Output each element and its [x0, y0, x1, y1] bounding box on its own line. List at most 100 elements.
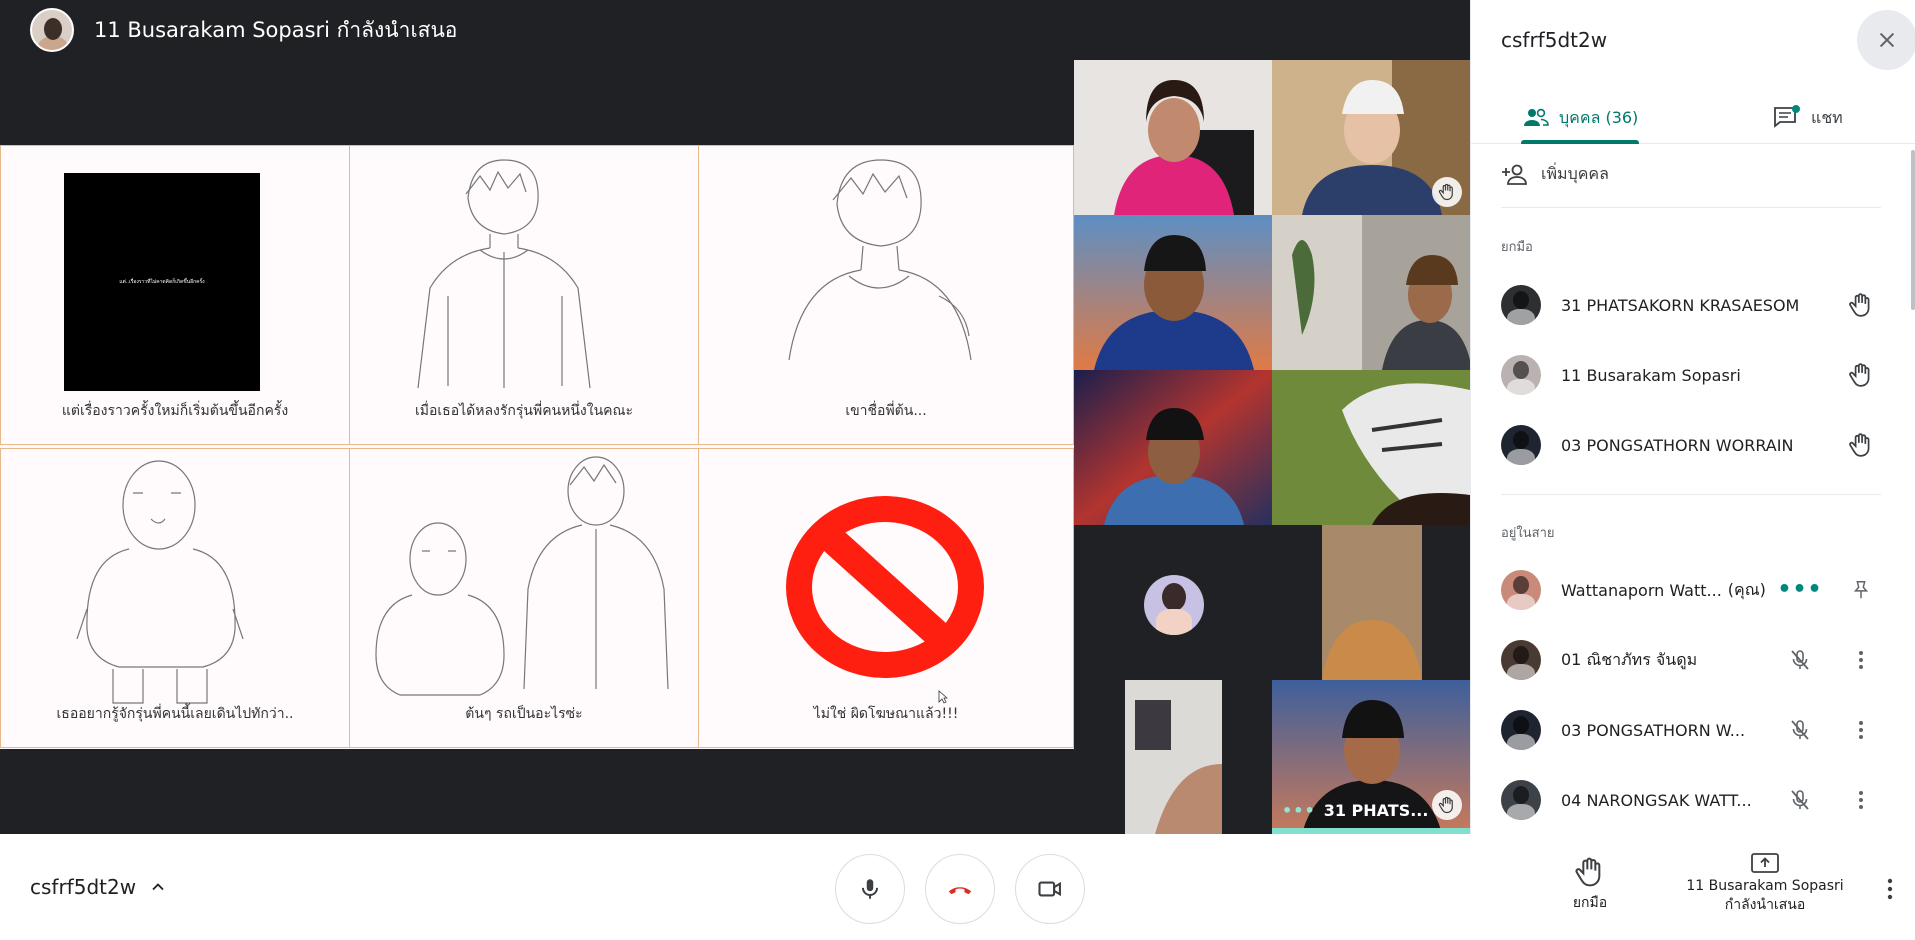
participant-name-label: ••• 31 PHATS... [1282, 801, 1428, 820]
raised-hand-icon [1432, 790, 1462, 820]
mic-off-icon [1786, 786, 1814, 814]
add-person-icon [1502, 164, 1527, 185]
participant-name: 04 NARONGSAK WATT... [1561, 790, 1752, 810]
microphone-icon [861, 879, 879, 899]
tab-people[interactable]: บุคคล (36) [1523, 92, 1638, 144]
presenting-button[interactable]: 11 Busarakam Sopasri กำลังนำเสนอ [1665, 852, 1865, 916]
tab-people-label: บุคคล (36) [1559, 107, 1639, 127]
more-vert-icon[interactable] [1847, 786, 1875, 814]
participant-row[interactable]: 04 NARONGSAK WATT... [1501, 770, 1891, 830]
participant-tile-4[interactable] [1272, 215, 1470, 370]
more-vert-icon[interactable] [1847, 716, 1875, 744]
tab-chat-label: แชท [1811, 107, 1843, 127]
participant-tile-2[interactable] [1272, 60, 1470, 215]
present-screen-icon [1751, 853, 1779, 873]
camera-icon [1038, 881, 1061, 897]
participant-tile-5[interactable] [1074, 370, 1272, 525]
participant-tile-7b[interactable] [1272, 525, 1470, 680]
hang-up-icon [948, 887, 972, 895]
presenting-status: กำลังนำเสนอ [1724, 897, 1806, 913]
audio-dots-icon: ••• [1282, 801, 1316, 820]
participant-tile-6[interactable] [1272, 370, 1470, 525]
participant-tile-8[interactable]: ••• 31 PHATS... [1272, 680, 1470, 834]
participant-name-text: 31 PHATS... [1323, 801, 1429, 820]
more-vert-icon [1887, 878, 1893, 900]
side-bottom-bar: ยกมือ 11 Busarakam Sopasri กำลังนำเสนอ [1470, 834, 1915, 940]
you-label: (คุณ) [1727, 579, 1766, 599]
participant-video-1 [1074, 60, 1272, 215]
slide-panel-3: เขาชื่อพี่ต้น... [698, 145, 1074, 445]
side-panel-title: csfrf5dt2w [1501, 28, 1608, 52]
presenter-bar: 11 Busarakam Sopasri กำลังนำเสนอ [0, 0, 1074, 60]
slide-panel-5: ต้นๆ รถเป็นอะไรซ่ะ [349, 448, 699, 748]
leave-call-button[interactable] [925, 854, 995, 924]
camera-button[interactable] [1015, 854, 1085, 924]
more-options-button[interactable] [1875, 874, 1905, 904]
participant-row[interactable]: 03 PONGSATHORN WORRAIN [1501, 415, 1891, 475]
avatar [1501, 285, 1541, 325]
black-card-text: แต่..เรื่องราวที่ไม่คาดคิดก็เกิดขึ้นอีกค… [119, 279, 205, 285]
side-panel-tabs: บุคคล (36) แชท [1471, 92, 1915, 144]
participant-row[interactable]: 31 PHATSAKORN KRASAESOM [1501, 275, 1891, 335]
avatar [1501, 640, 1541, 680]
microphone-button[interactable] [835, 854, 905, 924]
mouse-cursor-icon [938, 690, 948, 704]
participant-tile-9[interactable] [1125, 680, 1222, 834]
avatar [1501, 710, 1541, 750]
participant-row[interactable]: 01 ณิชาภัทร จันดูม [1501, 630, 1891, 690]
close-icon [1879, 32, 1895, 48]
people-icon [1524, 108, 1549, 126]
slide-panel-2: เมื่อเธอได้หลงรักรุ่นพี่คนหนึ่งในคณะ [349, 145, 699, 445]
participant-video-6 [1272, 370, 1470, 525]
raised-hand-icon [1432, 177, 1462, 207]
panel-caption-6: ไม่ใช่ ผิดโฆษณาแล้ว!!! [813, 706, 959, 722]
participant-tile-3[interactable] [1074, 215, 1272, 370]
participant-video-5 [1074, 370, 1272, 525]
pin-icon[interactable] [1847, 576, 1875, 604]
participant-name: Wattanaporn Watt... [1561, 580, 1722, 600]
participant-video-4 [1272, 215, 1470, 370]
presenter-title: 11 Busarakam Sopasri กำลังนำเสนอ [94, 17, 458, 42]
presentation-slide: แต่..เรื่องราวที่ไม่คาดคิดก็เกิดขึ้นอีกค… [0, 145, 1074, 749]
black-card-image: แต่..เรื่องราวที่ไม่คาดคิดก็เกิดขึ้นอีกค… [64, 173, 260, 391]
panel-caption-4: เธออยากรู้จักรุ่นพี่คนนี้เลยเดินไปทักว่า… [56, 706, 294, 722]
add-people-button[interactable]: เพิ่มบุคคล [1501, 162, 1609, 187]
participant-avatar [1144, 575, 1204, 635]
divider [1501, 494, 1881, 495]
participant-row[interactable]: Wattanaporn Watt... (คุณ) ••• [1501, 560, 1891, 620]
mic-off-icon [1786, 646, 1814, 674]
participant-name: 01 ณิชาภัทร จันดูม [1561, 649, 1698, 669]
slide-panel-1: แต่..เรื่องราวที่ไม่คาดคิดก็เกิดขึ้นอีกค… [0, 145, 350, 445]
participant-row[interactable]: 11 Busarakam Sopasri [1501, 345, 1891, 405]
add-people-label: เพิ่มบุคคล [1541, 164, 1609, 183]
audio-level-icon: ••• [1777, 577, 1823, 602]
divider [1501, 207, 1881, 208]
participant-video-7 [1322, 525, 1422, 680]
scrollbar[interactable] [1911, 150, 1915, 310]
chat-icon [1774, 105, 1800, 128]
raised-hand-icon [1847, 291, 1875, 319]
meeting-code: csfrf5dt2w [30, 875, 137, 899]
presenter-avatar [30, 8, 74, 52]
raised-hand-icon [1847, 361, 1875, 389]
avatar [1501, 425, 1541, 465]
avatar [1501, 570, 1541, 610]
mic-off-icon [1786, 716, 1814, 744]
tab-chat[interactable]: แชท [1773, 92, 1843, 144]
raise-hand-label: ยกมือ [1572, 895, 1608, 911]
raise-hand-button[interactable]: ยกมือ [1545, 856, 1635, 914]
avatar [1501, 355, 1541, 395]
panel-caption-2: เมื่อเธอได้หลงรักรุ่นพี่คนหนึ่งในคณะ [414, 403, 634, 419]
active-tab-indicator [1521, 140, 1639, 144]
participant-row[interactable]: 03 PONGSATHORN W... [1501, 700, 1891, 760]
avatar [1501, 780, 1541, 820]
participant-video-3 [1074, 215, 1272, 370]
meeting-details-button[interactable]: csfrf5dt2w [30, 834, 168, 940]
participant-tile-1[interactable] [1074, 60, 1272, 215]
more-vert-icon[interactable] [1847, 646, 1875, 674]
people-side-panel: csfrf5dt2w บุคคล (36) แชท เพิ่มบุคคล ยกม… [1470, 0, 1915, 834]
panel-caption-1: แต่เรื่องราวครั้งใหม่ก็เริ่มต้นขึ้นอีกคร… [61, 403, 289, 419]
close-panel-button[interactable] [1857, 10, 1915, 70]
participant-name: 03 PONGSATHORN W... [1561, 720, 1746, 740]
participant-tile-7[interactable] [1074, 525, 1272, 680]
